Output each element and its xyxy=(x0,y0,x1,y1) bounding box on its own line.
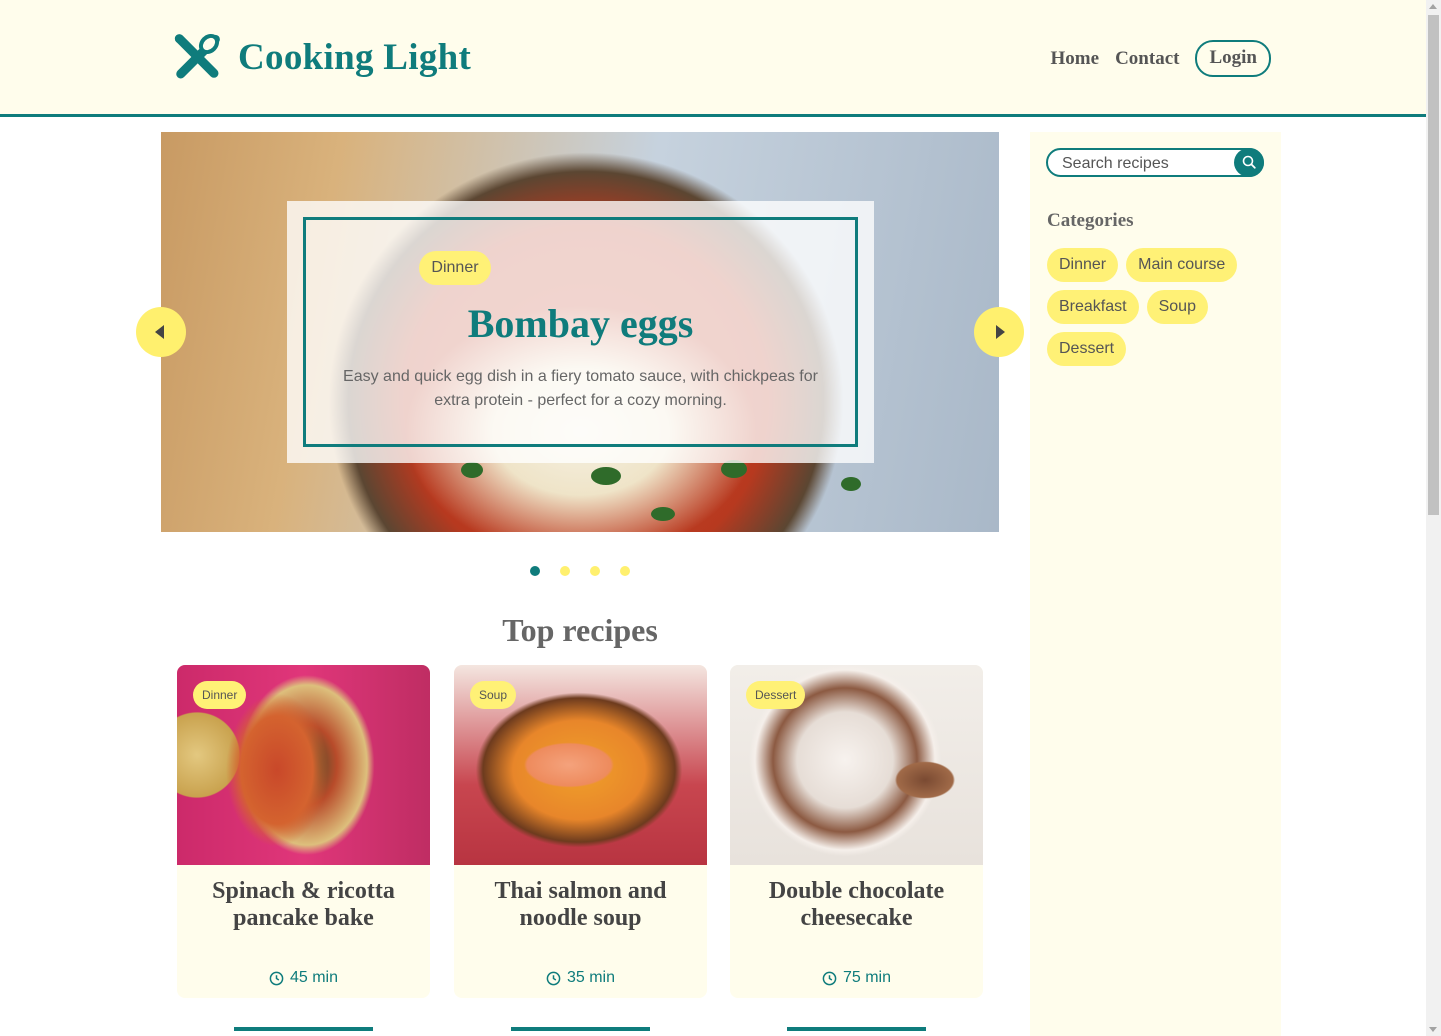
carousel-next-button[interactable] xyxy=(974,307,1024,357)
carousel-dot[interactable] xyxy=(620,566,630,576)
search-input[interactable] xyxy=(1060,153,1234,175)
chevron-left-icon xyxy=(155,325,164,339)
carousel-dot[interactable] xyxy=(560,566,570,576)
carousel-prev-button[interactable] xyxy=(136,307,186,357)
scroll-down-icon[interactable] xyxy=(1429,1027,1437,1032)
site-title[interactable]: Cooking Light xyxy=(238,36,471,79)
hero-slide-image: Dinner Bombay eggs Easy and quick egg di… xyxy=(161,132,999,532)
decor-herb xyxy=(841,477,861,491)
clock-icon xyxy=(269,971,284,985)
main-nav: Home Contact Login xyxy=(1051,40,1271,77)
recipe-button-edge[interactable] xyxy=(787,1027,926,1031)
search-button[interactable] xyxy=(1234,148,1264,177)
recipe-time-value: 75 min xyxy=(842,969,892,986)
category-chip-dinner[interactable]: Dinner xyxy=(1047,248,1119,282)
recipe-button-edge[interactable] xyxy=(511,1027,650,1031)
recipe-title[interactable]: Double chocolate cheesecake xyxy=(740,878,973,932)
search-icon xyxy=(1242,155,1256,169)
decor-herb xyxy=(461,462,483,478)
carousel-dot[interactable] xyxy=(590,566,600,576)
recipe-category-tag[interactable]: Soup xyxy=(470,681,517,709)
hero-category-tag[interactable]: Dinner xyxy=(419,251,491,285)
login-button[interactable]: Login xyxy=(1195,40,1271,77)
site-header: Cooking Light Home Contact Login xyxy=(0,0,1426,117)
recipe-category-tag[interactable]: Dessert xyxy=(746,681,806,709)
recipe-card[interactable]: Dessert Double chocolate cheesecake 75 m… xyxy=(730,665,983,998)
category-chip-dessert[interactable]: Dessert xyxy=(1047,332,1127,366)
recipe-card[interactable]: Soup Thai salmon and noodle soup 35 min xyxy=(454,665,707,998)
clock-icon xyxy=(546,971,561,985)
hero-description: Easy and quick egg dish in a fiery tomat… xyxy=(343,368,818,409)
recipe-time-value: 35 min xyxy=(566,969,616,986)
recipe-category-tag[interactable]: Dinner xyxy=(193,681,247,709)
top-recipes-heading: Top recipes xyxy=(502,612,658,648)
recipe-time-value: 45 min xyxy=(289,969,339,986)
chevron-right-icon xyxy=(996,325,1005,339)
recipe-title[interactable]: Thai salmon and noodle soup xyxy=(464,878,697,932)
clock-icon xyxy=(822,971,837,985)
hero-title[interactable]: Bombay eggs xyxy=(287,300,874,347)
recipe-card[interactable]: Dinner Spinach & ricotta pancake bake 45… xyxy=(177,665,430,998)
utensils-icon[interactable] xyxy=(172,33,222,81)
categories-heading: Categories xyxy=(1047,210,1134,231)
carousel-dot[interactable] xyxy=(530,566,540,576)
carousel-indicators xyxy=(530,566,630,576)
category-chip-soup[interactable]: Soup xyxy=(1146,290,1208,324)
nav-home-link[interactable]: Home xyxy=(1051,48,1100,70)
category-chip-main-course[interactable]: Main course xyxy=(1126,248,1238,282)
search-box xyxy=(1046,148,1264,177)
category-list: Dinner Main course Breakfast Soup Desser… xyxy=(1047,248,1267,366)
scroll-up-icon[interactable] xyxy=(1429,4,1437,9)
recipe-time: 75 min xyxy=(730,969,983,987)
category-chip-breakfast[interactable]: Breakfast xyxy=(1047,290,1139,324)
nav-contact-link[interactable]: Contact xyxy=(1115,48,1179,70)
sidebar: Categories Dinner Main course Breakfast … xyxy=(1030,132,1281,1036)
decor-herb xyxy=(591,467,621,485)
recipe-time: 45 min xyxy=(177,969,430,987)
recipe-time: 35 min xyxy=(454,969,707,987)
decor-herb xyxy=(651,507,675,521)
recipe-title[interactable]: Spinach & ricotta pancake bake xyxy=(187,878,420,932)
scrollbar-thumb[interactable] xyxy=(1428,15,1439,515)
recipe-button-edge[interactable] xyxy=(234,1027,373,1031)
page-scrollbar[interactable] xyxy=(1426,0,1441,1036)
